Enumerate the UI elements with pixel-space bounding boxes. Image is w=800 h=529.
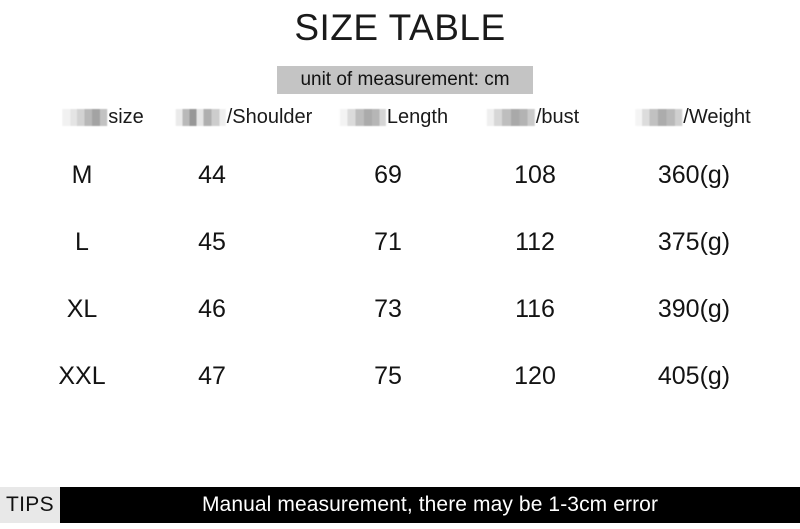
table-row: XL 46 73 116 390(g) [0, 276, 800, 343]
tips-bar: TIPS Manual measurement, there may be 1-… [0, 487, 800, 523]
table-row: L 45 71 112 375(g) [0, 209, 800, 276]
column-header-size: size [62, 100, 144, 134]
redacted-block-icon [175, 108, 226, 126]
cell-shoulder: 44 [198, 161, 226, 189]
cell-weight: 405(g) [657, 362, 731, 390]
cell-length: 69 [374, 161, 402, 189]
unit-of-measurement-banner: unit of measurement: cm [277, 66, 533, 94]
redacted-block-icon [339, 108, 386, 126]
column-header-shoulder: / Shoulder [175, 100, 313, 134]
cell-size: XXL [58, 362, 106, 390]
column-header-bust-label: bust [541, 106, 580, 128]
cell-shoulder: 47 [198, 362, 226, 390]
column-header-length: Length [339, 100, 449, 134]
cell-shoulder: 45 [198, 228, 226, 256]
column-header-weight: / Weight [635, 100, 751, 134]
column-header-size-label: size [108, 106, 144, 128]
column-header-bust: / bust [486, 100, 580, 134]
column-header-shoulder-label: Shoulder [232, 106, 313, 128]
cell-weight: 360(g) [657, 161, 731, 189]
column-header-weight-label: Weight [688, 106, 751, 128]
table-header-row: size / Shoulder Length / bust / Weight [0, 100, 800, 142]
redacted-block-icon [486, 108, 535, 126]
redacted-block-icon [62, 108, 108, 126]
cell-size: M [71, 161, 93, 189]
cell-length: 75 [374, 362, 402, 390]
size-table-page: SIZE TABLE unit of measurement: cm size … [0, 0, 800, 529]
redacted-block-icon [635, 108, 683, 126]
cell-bust: 120 [514, 362, 556, 390]
tips-message: Manual measurement, there may be 1-3cm e… [60, 487, 800, 523]
cell-length: 73 [374, 295, 402, 323]
cell-bust: 108 [514, 161, 556, 189]
table-row: XXL 47 75 120 405(g) [0, 343, 800, 410]
cell-size: XL [66, 295, 98, 323]
size-table: size / Shoulder Length / bust / Weight M… [0, 100, 800, 410]
table-row: M 44 69 108 360(g) [0, 142, 800, 209]
unit-of-measurement-text: unit of measurement: cm [300, 69, 510, 90]
cell-size: L [75, 228, 89, 256]
cell-bust: 112 [515, 228, 555, 256]
page-title: SIZE TABLE [294, 7, 506, 48]
cell-weight: 390(g) [657, 295, 731, 323]
cell-length: 71 [374, 228, 402, 256]
cell-bust: 116 [515, 295, 555, 323]
column-header-length-label: Length [386, 106, 449, 128]
cell-shoulder: 46 [198, 295, 226, 323]
tips-label: TIPS [0, 487, 60, 523]
cell-weight: 375(g) [657, 228, 731, 256]
